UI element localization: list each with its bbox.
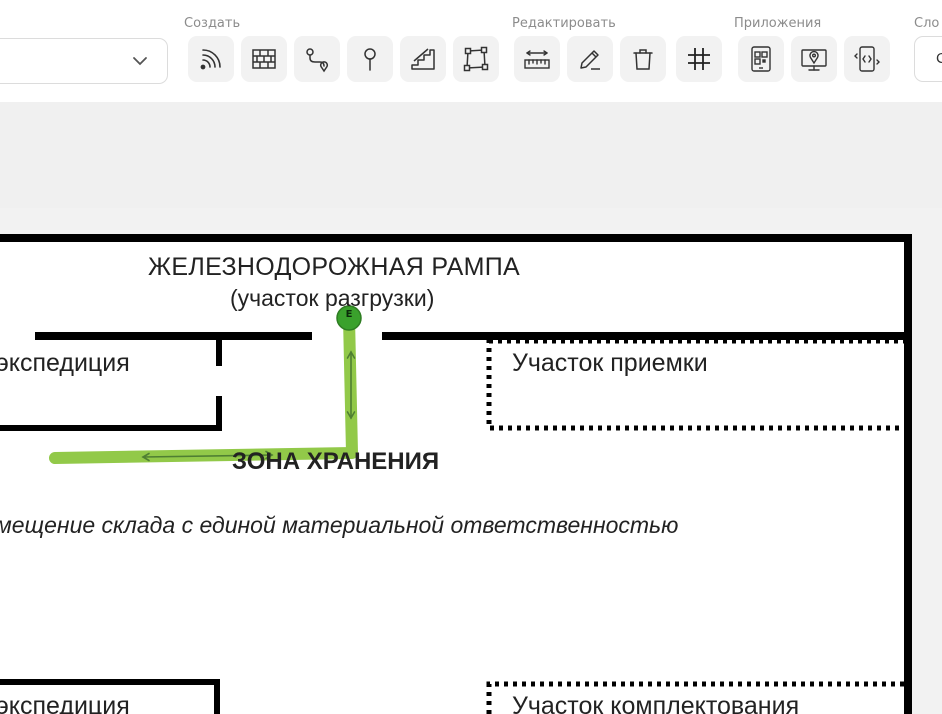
kiosk-app-button[interactable] xyxy=(791,36,837,82)
route-button[interactable] xyxy=(294,36,340,82)
floor-plan-canvas[interactable]: ЖЕЛЕЗНОДОРОЖНАЯ РАМПА (участок разгрузки… xyxy=(0,208,942,714)
grid-button[interactable] xyxy=(676,36,722,82)
chevron-down-icon xyxy=(133,57,147,66)
delete-button[interactable] xyxy=(620,36,666,82)
group-label-apps: Приложения xyxy=(734,16,822,31)
floor-plan-drawing xyxy=(0,234,912,714)
ramp-title: ЖЕЛЕЗНОДОРОЖНАЯ РАМПА xyxy=(148,253,520,281)
ruler-measure-icon xyxy=(524,50,550,69)
room-expedition-bottom-label: экспедиция xyxy=(0,692,130,714)
pencil-icon xyxy=(580,50,600,70)
zone-description-label: мещение склада с единой материальной отв… xyxy=(0,512,679,538)
wall-button[interactable] xyxy=(241,36,287,82)
measure-button[interactable] xyxy=(514,36,560,82)
ramp-subtitle: (участок разгрузки) xyxy=(230,285,435,311)
route-path-icon xyxy=(306,48,329,73)
wifi-signal-icon xyxy=(200,49,221,70)
polygon-button[interactable] xyxy=(453,36,499,82)
room-receiving-label: Участок приемки xyxy=(512,349,708,377)
monitor-pin-icon xyxy=(801,49,827,71)
zone-storage-label: ЗОНА ХРАНЕНИЯ xyxy=(232,448,440,475)
grid-icon xyxy=(688,48,710,70)
edit-button[interactable] xyxy=(567,36,613,82)
group-label-layers: Сло xyxy=(914,16,940,31)
room-expedition-top-label: экспедиция xyxy=(0,349,130,377)
stairs-icon xyxy=(411,48,435,70)
point-button[interactable] xyxy=(347,36,393,82)
group-label-create: Создать xyxy=(184,16,241,31)
stairs-button[interactable] xyxy=(400,36,446,82)
polygon-vertices-icon xyxy=(463,46,489,72)
beacon-button[interactable] xyxy=(188,36,234,82)
sdk-app-button[interactable] xyxy=(844,36,890,82)
trash-icon xyxy=(633,49,653,70)
brick-wall-icon xyxy=(252,49,276,69)
phone-code-icon xyxy=(854,46,880,72)
map-pin-icon xyxy=(364,48,376,71)
qr-phone-icon xyxy=(751,46,771,72)
qr-app-button[interactable] xyxy=(738,36,784,82)
group-label-edit: Редактировать xyxy=(512,16,616,31)
canvas-top-margin xyxy=(0,102,942,208)
room-picking-label: Участок комплектования xyxy=(512,692,800,714)
layers-dropdown[interactable]: С xyxy=(914,36,942,82)
floor-select-dropdown[interactable] xyxy=(0,38,168,84)
toolbar: Создать Редактировать Приложения Сло С xyxy=(0,0,942,102)
route-start-marker-label[interactable]: E xyxy=(340,309,358,320)
layers-value: С xyxy=(936,50,942,67)
